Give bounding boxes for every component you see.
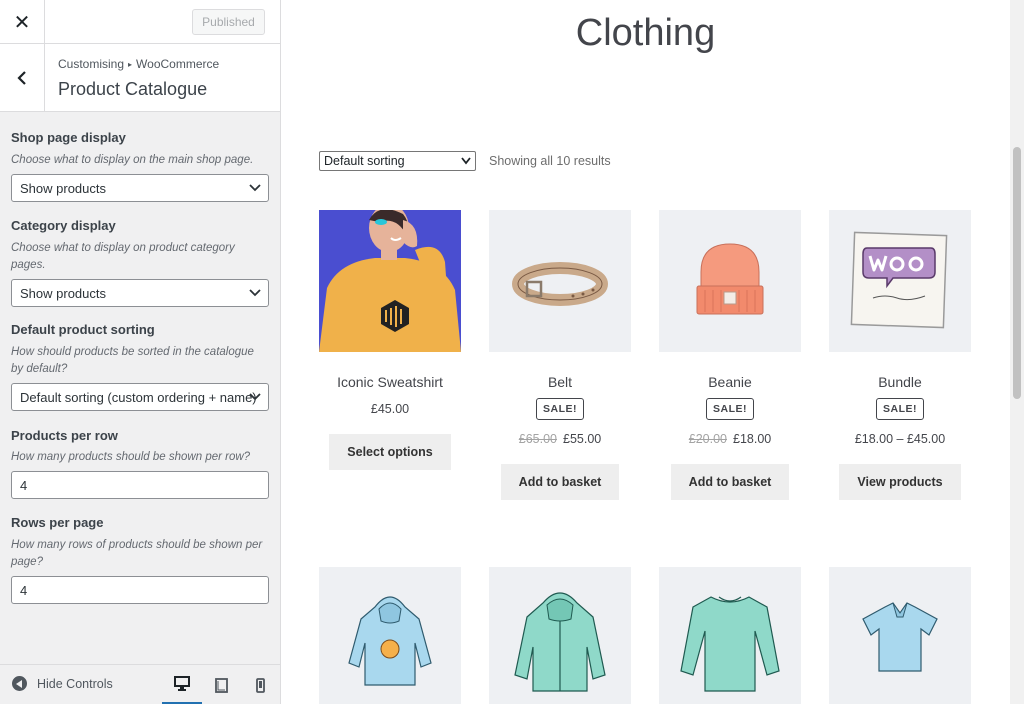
collapse-arrow-icon [12,676,27,691]
product-image[interactable] [659,567,801,704]
breadcrumb: Customising ▸ WooCommerce [58,57,219,71]
product-image[interactable] [829,567,971,704]
product-card [489,567,631,704]
sweatshirt-photo [319,210,461,352]
default-sorting-label: Default product sorting [11,322,155,337]
product-price: £45.00 [319,402,461,416]
page-title: Clothing [575,12,716,54]
preview-tablet-button[interactable] [201,665,241,704]
product-card [659,567,801,704]
chevron-down-icon [249,289,261,297]
chevron-down-icon [249,184,261,192]
current-price: £45.00 [370,402,410,416]
zip-hoodie-illustration [514,592,606,692]
section-title: Product Catalogue [58,79,208,99]
shop-display-select[interactable]: Show products [11,174,269,202]
sale-badge: SALE! [706,398,754,420]
original-price: £20.00 [688,432,727,446]
product-image[interactable] [489,210,631,352]
product-card [829,567,971,704]
products-per-row-input[interactable]: 4 [11,471,269,499]
original-price: £65.00 [518,432,557,446]
category-display-label: Category display [11,218,116,233]
select-options-button[interactable]: Select options [329,434,451,470]
default-sorting-value: Default sorting (custom ordering + name) [20,389,257,405]
default-sorting-description: How should products be sorted in the cat… [11,346,254,375]
close-icon: ✕ [13,11,31,34]
chevron-down-icon [461,157,471,165]
shop-display-label: Shop page display [11,130,126,145]
product-image[interactable] [659,210,801,352]
section-header: Customising ▸ WooCommerce Product Catalogu… [0,44,280,112]
customizer-sidebar: ✕ Published Customising ▸ WooCommerce Prod… [0,0,281,704]
product-image[interactable] [319,210,461,352]
product-title[interactable]: Beanie [659,374,801,390]
product-sorting-select[interactable]: Default sorting [319,151,476,171]
product-card [319,567,461,704]
add-to-basket-button[interactable]: Add to basket [500,464,620,500]
product-price: £65.00 £55.00 [489,432,631,446]
customizer-header: ✕ Published [0,0,280,44]
chevron-down-icon [249,393,261,401]
polo-illustration [862,602,938,672]
preview-mobile-button[interactable] [240,665,280,704]
rows-per-page-description: How many rows of products should be show… [11,539,263,568]
product-title[interactable]: Belt [489,374,631,390]
result-count: Showing all 10 results [489,154,611,168]
sale-badge: SALE! [536,398,584,420]
back-button[interactable] [0,44,45,111]
hoodie-with-logo-illustration [348,596,432,686]
rows-per-page-label: Rows per page [11,515,104,530]
preview-scrollbar[interactable] [1010,0,1024,704]
product-title[interactable]: Bundle [829,374,971,390]
beanie-illustration [696,243,764,315]
product-card: Belt SALE! £65.00 £55.00 Add to basket [489,210,631,500]
product-title[interactable]: Iconic Sweatshirt [319,374,461,390]
chevron-left-icon [17,70,26,85]
current-price: £18.00 – £45.00 [854,432,946,446]
product-card: Bundle SALE! £18.00 – £45.00 View produc… [829,210,971,500]
mobile-icon [255,677,265,693]
products-per-row-label: Products per row [11,428,118,443]
current-price: £18.00 [733,432,772,446]
shop-display-description: Choose what to display on the main shop … [11,154,254,166]
belt-illustration [512,262,608,306]
current-price: £55.00 [563,432,602,446]
close-customizer-button[interactable]: ✕ [0,0,45,44]
category-display-description: Choose what to display on product catego… [11,242,235,271]
product-image[interactable] [489,567,631,704]
customizer-footer: Hide Controls [0,664,280,704]
woo-album-illustration [850,231,948,329]
preview-desktop-button[interactable] [162,665,202,704]
products-per-row-description: How many products should be shown per ro… [11,451,251,463]
product-price: £18.00 – £45.00 [829,432,971,446]
shop-display-value: Show products [20,180,106,196]
default-sorting-select[interactable]: Default sorting (custom ordering + name) [11,383,269,411]
product-price: £20.00 £18.00 [659,432,801,446]
scrollbar-thumb[interactable] [1013,147,1021,399]
category-display-value: Show products [20,285,106,301]
product-image[interactable] [829,210,971,352]
breadcrumb-parent: WooCommerce [136,57,220,71]
category-display-select[interactable]: Show products [11,279,269,307]
site-preview: Clothing Default sorting Showing all 10 … [281,0,1010,704]
product-card: Iconic Sweatshirt £45.00 Select options [319,210,461,470]
breadcrumb-root: Customising [58,57,125,71]
desktop-icon [174,676,190,691]
long-sleeve-tee-illustration [680,596,780,692]
product-sorting-value: Default sorting [324,154,405,168]
hide-controls-button[interactable]: Hide Controls [12,676,113,691]
view-products-button[interactable]: View products [839,464,961,500]
publish-button[interactable]: Published [192,9,265,35]
tablet-icon [214,677,228,693]
add-to-basket-button[interactable]: Add to basket [670,464,790,500]
rows-per-page-input[interactable]: 4 [11,576,269,604]
sale-badge: SALE! [876,398,924,420]
product-image[interactable] [319,567,461,704]
breadcrumb-separator-icon: ▸ [128,60,133,69]
hide-controls-label: Hide Controls [37,676,113,691]
product-card: Beanie SALE! £20.00 £18.00 Add to basket [659,210,801,500]
